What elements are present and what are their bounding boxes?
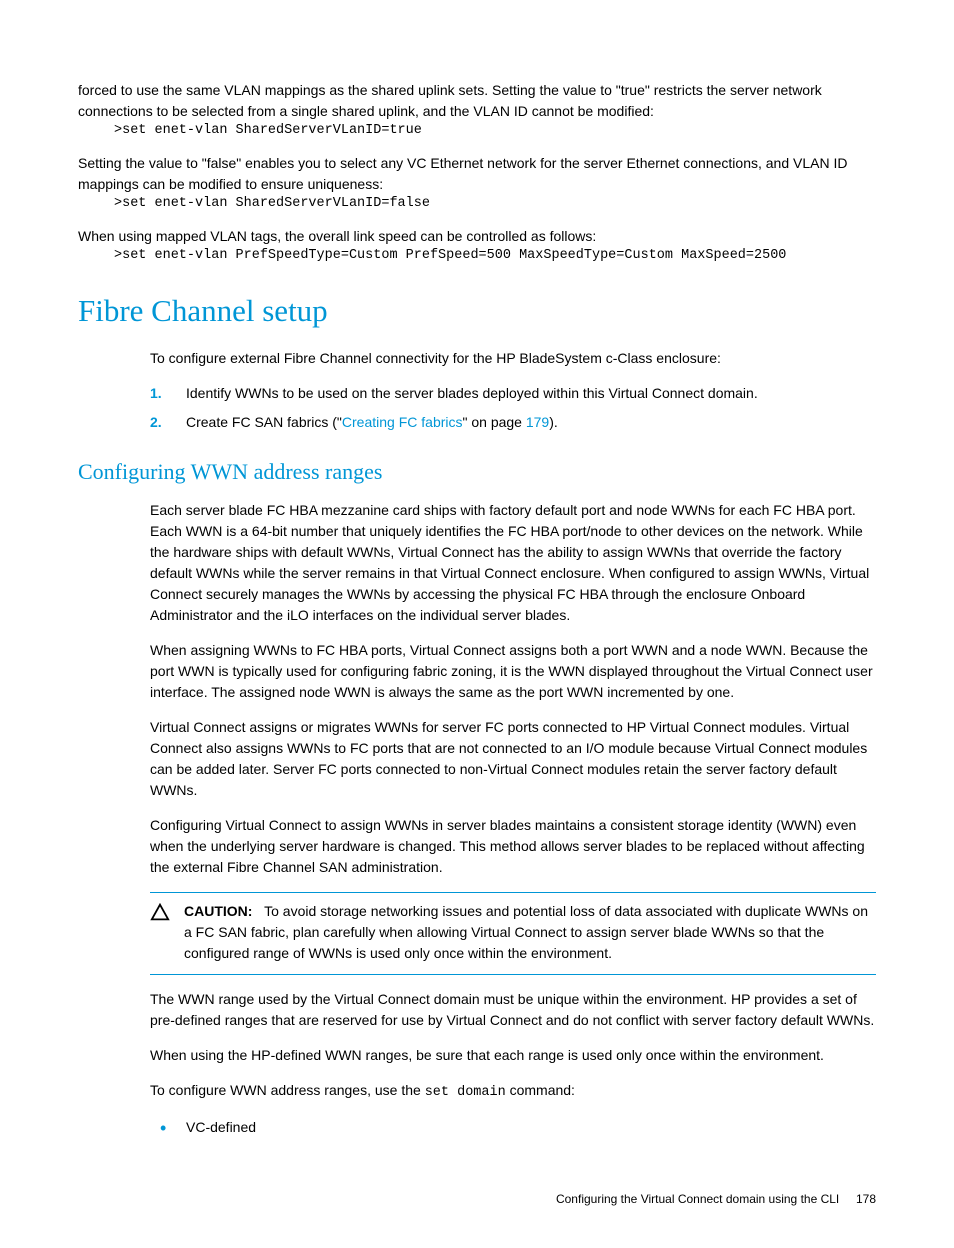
text-fragment: command: [506,1082,575,1098]
body-paragraph: When using the HP-defined WWN ranges, be… [150,1045,876,1066]
list-number: 1. [150,383,162,404]
body-paragraph: Each server blade FC HBA mezzanine card … [150,500,876,626]
footer-text: Configuring the Virtual Connect domain u… [556,1192,839,1206]
caution-body: To avoid storage networking issues and p… [184,903,868,961]
list-number: 2. [150,412,162,433]
body-paragraph: Configuring Virtual Connect to assign WW… [150,815,876,878]
caution-label: CAUTION: [184,903,252,919]
list-text: Create FC SAN fabrics ("Creating FC fabr… [186,414,558,430]
page-footer: Configuring the Virtual Connect domain u… [78,1190,876,1208]
link-page-ref[interactable]: 179 [526,414,549,430]
body-paragraph: Setting the value to "false" enables you… [78,153,876,195]
code-block: >set enet-vlan SharedServerVLanID=true [114,122,876,141]
body-paragraph: Virtual Connect assigns or migrates WWNs… [150,717,876,801]
code-block: >set enet-vlan SharedServerVLanID=false [114,195,876,214]
caution-box: CAUTION: To avoid storage networking iss… [150,892,876,975]
body-paragraph: To configure external Fibre Channel conn… [150,348,876,369]
text-fragment: Create FC SAN fabrics (" [186,414,342,430]
numbered-list: 1. Identify WWNs to be used on the serve… [150,383,876,433]
bullet-list: VC-defined [150,1117,876,1138]
caution-text: CAUTION: To avoid storage networking iss… [184,901,876,964]
body-paragraph: When using mapped VLAN tags, the overall… [78,226,876,247]
code-block: >set enet-vlan PrefSpeedType=Custom Pref… [114,247,876,266]
body-paragraph: To configure WWN address ranges, use the… [150,1080,876,1103]
text-fragment: " on page [463,414,526,430]
list-item: 2. Create FC SAN fabrics ("Creating FC f… [150,412,876,433]
heading-configuring-wwn: Configuring WWN address ranges [78,455,876,488]
list-text: Identify WWNs to be used on the server b… [186,385,758,401]
body-paragraph: forced to use the same VLAN mappings as … [78,80,876,122]
list-item: VC-defined [150,1117,876,1138]
footer-page-number: 178 [856,1192,876,1206]
body-paragraph: The WWN range used by the Virtual Connec… [150,989,876,1031]
body-paragraph: When assigning WWNs to FC HBA ports, Vir… [150,640,876,703]
inline-command: set domain [425,1085,506,1100]
list-item: 1. Identify WWNs to be used on the serve… [150,383,876,404]
heading-fibre-channel-setup: Fibre Channel setup [78,288,876,335]
text-fragment: ). [549,414,558,430]
link-creating-fc-fabrics[interactable]: Creating FC fabrics [342,414,463,430]
text-fragment: To configure WWN address ranges, use the [150,1082,425,1098]
caution-icon [150,901,184,927]
